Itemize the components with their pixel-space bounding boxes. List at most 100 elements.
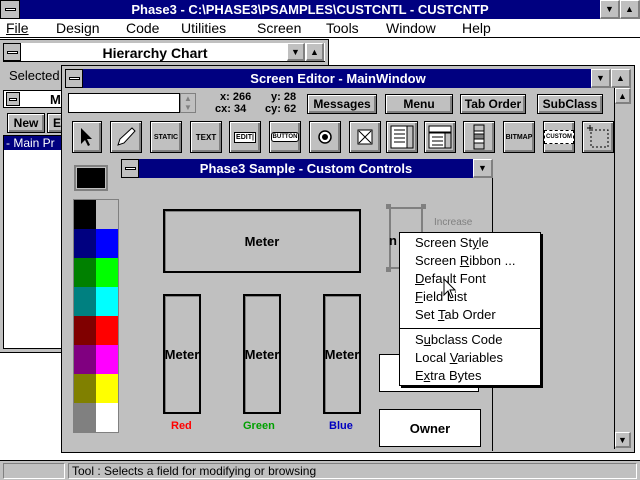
color-swatch[interactable] [74, 229, 96, 258]
sample-titlebar: Phase3 Sample - Custom Controls ▼ [121, 159, 493, 178]
hierarchy-minimize-button[interactable]: ▼ [287, 43, 305, 61]
context-menu-item[interactable]: Local Variables [400, 349, 540, 367]
hierarchy-list[interactable]: - Main Pr [3, 135, 63, 349]
color-swatch[interactable] [96, 229, 118, 258]
pen-icon [117, 127, 136, 146]
tool-listbox[interactable] [386, 121, 418, 153]
tool-scrollbar[interactable] [463, 121, 495, 153]
field-name-input[interactable] [68, 93, 180, 113]
horizontal-meter[interactable]: Meter [163, 209, 361, 273]
context-menu-item[interactable]: Extra Bytes [400, 367, 540, 385]
increase-label: Increase [434, 217, 473, 228]
hierarchy-system-menu-button[interactable] [3, 43, 21, 61]
color-swatch[interactable] [96, 345, 118, 374]
tool-edit[interactable]: EDIT| [229, 121, 261, 153]
context-menu: Screen Style Screen Ribbon ... Default Fon… [399, 232, 541, 386]
current-color [76, 167, 106, 189]
color-swatch[interactable] [96, 374, 118, 403]
menu-button[interactable]: Menu [385, 94, 453, 114]
tool-static[interactable]: STATIC [150, 121, 182, 153]
screen-editor-minimize-button[interactable]: ▼ [591, 69, 611, 88]
tool-radio[interactable] [309, 121, 341, 153]
context-menu-item-text: S [415, 332, 424, 347]
tool-button[interactable]: BUTTON [269, 121, 301, 153]
menu-help[interactable]: Help [462, 20, 491, 36]
hierarchy-field[interactable]: M [3, 90, 63, 108]
tool-frame[interactable] [582, 121, 614, 153]
screen-editor-titlebar: Screen Editor - MainWindow ▼ ▲ [65, 69, 631, 88]
resize-handle[interactable] [421, 204, 426, 209]
mouse-cursor-icon [443, 278, 457, 299]
app-maximize-button[interactable]: ▲ [620, 0, 640, 19]
menu-file[interactable]: File [6, 20, 29, 36]
color-swatch[interactable] [96, 403, 118, 432]
radio-button-icon [318, 130, 332, 144]
menu-design[interactable]: Design [56, 20, 100, 36]
blue-label: Blue [329, 420, 353, 432]
subclass-button[interactable]: SubClass [537, 94, 603, 114]
context-menu-item-text: Set [415, 307, 438, 322]
tool-pen[interactable] [110, 121, 142, 153]
context-menu-item[interactable]: Subclass Code [400, 331, 540, 349]
blue-meter[interactable]: Meter [323, 294, 361, 414]
color-swatch[interactable] [96, 258, 118, 287]
screen-editor-vscrollbar[interactable]: ▲ ▼ [614, 88, 631, 449]
context-menu-item[interactable]: Screen Ribbon ... [400, 252, 540, 270]
color-swatch[interactable] [74, 345, 96, 374]
color-swatch[interactable] [74, 287, 96, 316]
messages-button[interactable]: Messages [307, 94, 377, 114]
menu-window[interactable]: Window [386, 20, 436, 36]
hierarchy-list-item[interactable]: - Main Pr [4, 136, 62, 150]
resize-handle[interactable] [386, 204, 391, 209]
scroll-down-button[interactable]: ▼ [615, 432, 631, 448]
hierarchy-maximize-button[interactable]: ▲ [306, 43, 324, 61]
scrollbar-icon [473, 124, 485, 150]
context-menu-item[interactable]: Set Tab Order [400, 306, 540, 324]
app-title: Phase3 - C:\PHASE3\PSAMPLES\CUSTCNTL - C… [131, 2, 489, 17]
hierarchy-field-menu-button[interactable] [6, 92, 20, 106]
context-menu-item-text: Local [415, 350, 450, 365]
screen-editor-maximize-button[interactable]: ▲ [611, 69, 631, 88]
context-menu-item[interactable]: Default Font [400, 270, 540, 288]
menu-screen[interactable]: Screen [257, 20, 301, 36]
menu-utilities[interactable]: Utilities [181, 20, 226, 36]
current-color-swatch[interactable] [74, 165, 108, 191]
tool-checkbox[interactable] [349, 121, 381, 153]
app-minimize-button[interactable]: ▼ [600, 0, 620, 19]
context-menu-item-text: Screen [415, 253, 460, 268]
context-menu-item-text: tra Bytes [430, 368, 482, 383]
tool-bitmap[interactable]: BITMAP [503, 121, 535, 153]
coord-toggle-icon[interactable]: ▲ ▼ [180, 93, 196, 113]
system-menu-icon [4, 8, 16, 11]
hierarchy-new-button[interactable]: New [7, 113, 45, 133]
tool-text[interactable]: TEXT [190, 121, 222, 153]
context-menu-separator [400, 328, 540, 329]
sample-minimize-button[interactable]: ▼ [473, 159, 493, 178]
sample-system-menu-button[interactable] [121, 159, 139, 178]
menu-tools[interactable]: Tools [326, 20, 359, 36]
color-swatch[interactable] [74, 258, 96, 287]
context-menu-item[interactable]: Screen Style [400, 234, 540, 252]
scroll-up-button[interactable]: ▲ [615, 88, 631, 104]
system-menu-icon [6, 50, 18, 54]
system-menu-icon [68, 77, 80, 80]
color-swatch[interactable] [96, 316, 118, 345]
resize-handle[interactable] [386, 267, 391, 272]
tool-combobox[interactable] [424, 121, 456, 153]
owner-button[interactable]: Owner [379, 409, 481, 447]
menu-code[interactable]: Code [126, 20, 159, 36]
green-meter[interactable]: Meter [243, 294, 281, 414]
tool-select-arrow[interactable] [72, 121, 102, 153]
tab-order-button[interactable]: Tab Order [460, 94, 526, 114]
context-menu-item[interactable]: Field List [400, 288, 540, 306]
red-meter[interactable]: Meter [163, 294, 201, 414]
color-swatch[interactable] [96, 200, 118, 229]
screen-editor-system-menu-button[interactable] [65, 69, 83, 88]
tool-custom[interactable]: CUSTOM [543, 121, 575, 153]
color-swatch[interactable] [74, 403, 96, 432]
color-swatch[interactable] [74, 316, 96, 345]
color-swatch[interactable] [74, 200, 96, 229]
color-swatch[interactable] [96, 287, 118, 316]
color-swatch[interactable] [74, 374, 96, 403]
app-system-menu-button[interactable] [0, 0, 20, 19]
